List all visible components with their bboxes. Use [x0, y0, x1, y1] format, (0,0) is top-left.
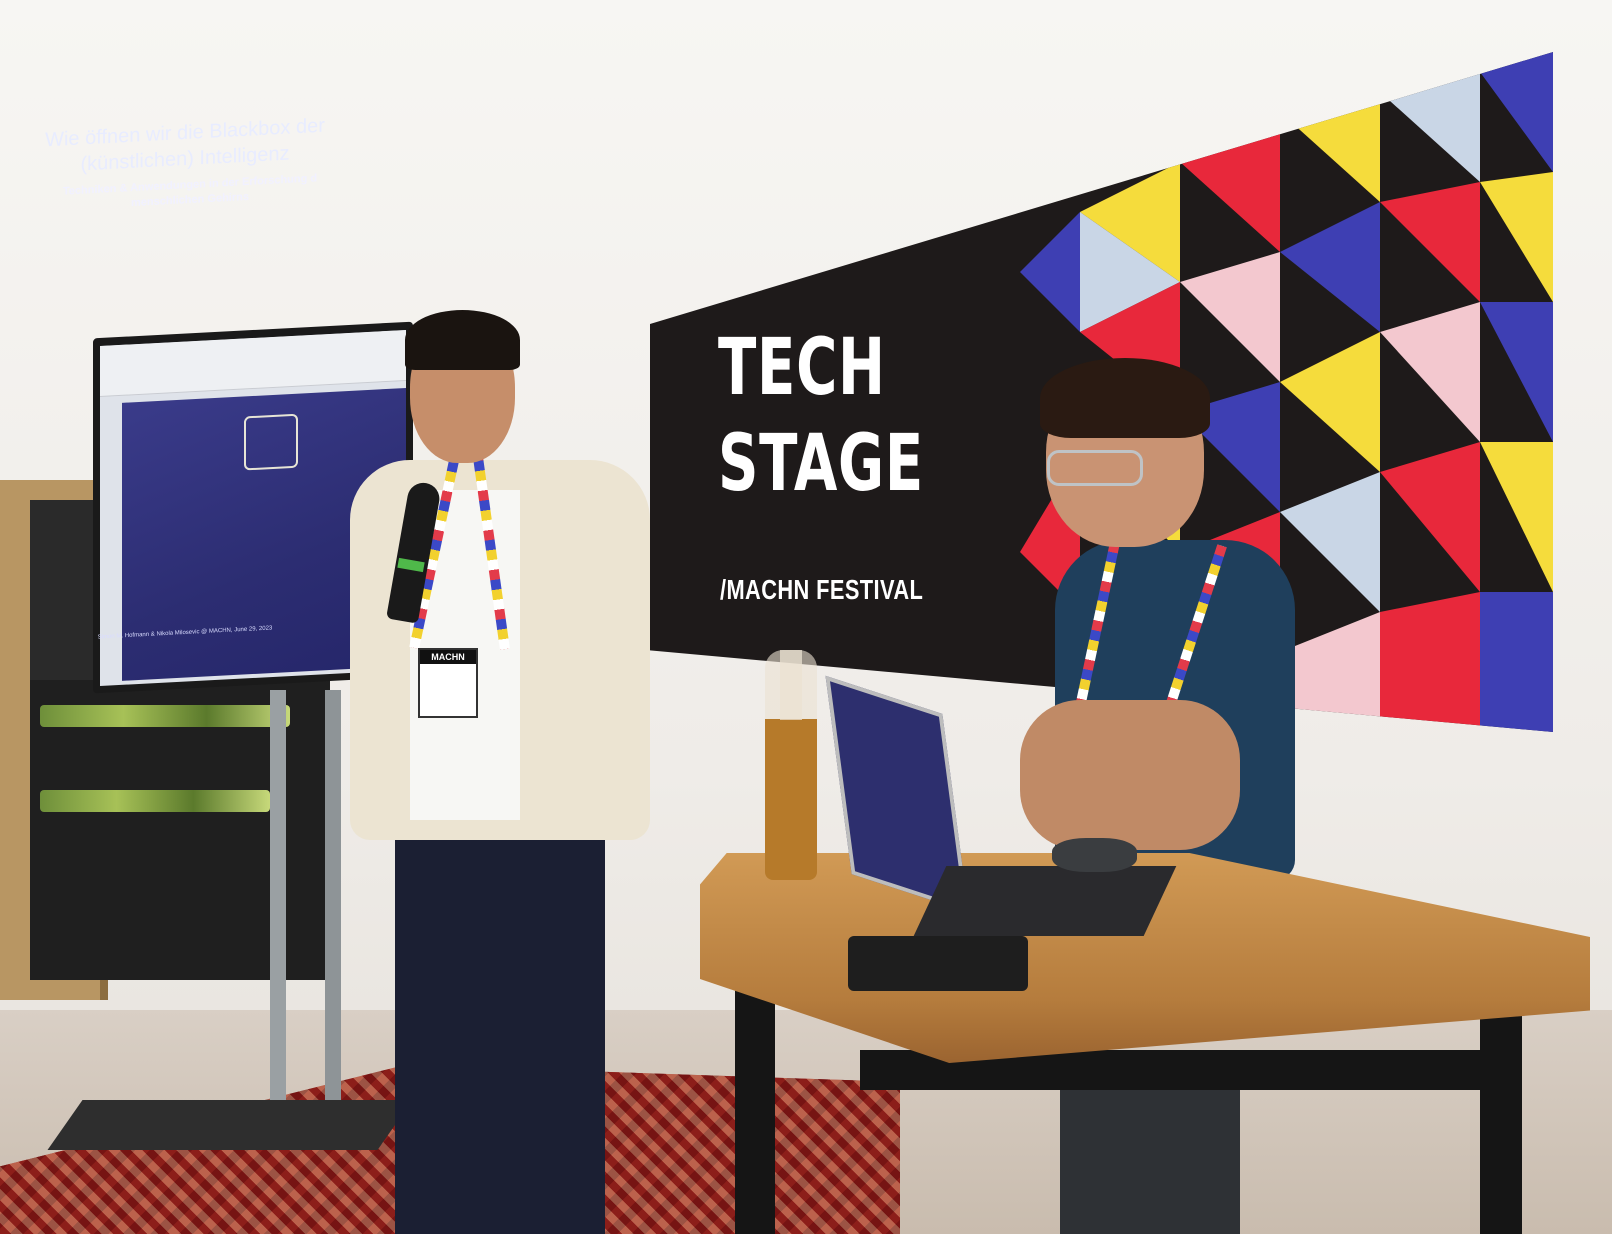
tv-stand-pole — [270, 690, 286, 1100]
second-presenter-arms — [1020, 700, 1240, 850]
second-presenter-hair — [1040, 358, 1210, 438]
tv-stand-pole — [325, 690, 341, 1100]
slide-illustration-icon — [244, 413, 298, 471]
plant-tray — [40, 790, 270, 812]
banner-subtitle: /MACHN FESTIVAL — [720, 574, 924, 605]
computer-mouse-icon — [1052, 838, 1137, 872]
tv-stand-base — [47, 1100, 413, 1150]
glasses-icon — [1047, 450, 1143, 486]
presenter-trousers — [395, 800, 605, 1234]
badge-header: MACHN — [420, 650, 476, 664]
plant-tray — [40, 705, 290, 727]
presenter-hair — [405, 310, 520, 370]
docking-station — [848, 936, 1028, 991]
name-badge: MACHN — [418, 648, 478, 718]
bottle-neck — [780, 650, 802, 720]
laptop-keyboard — [913, 866, 1177, 936]
banner-title: TECH STAGE — [718, 323, 924, 509]
table-leg — [1480, 1000, 1522, 1234]
